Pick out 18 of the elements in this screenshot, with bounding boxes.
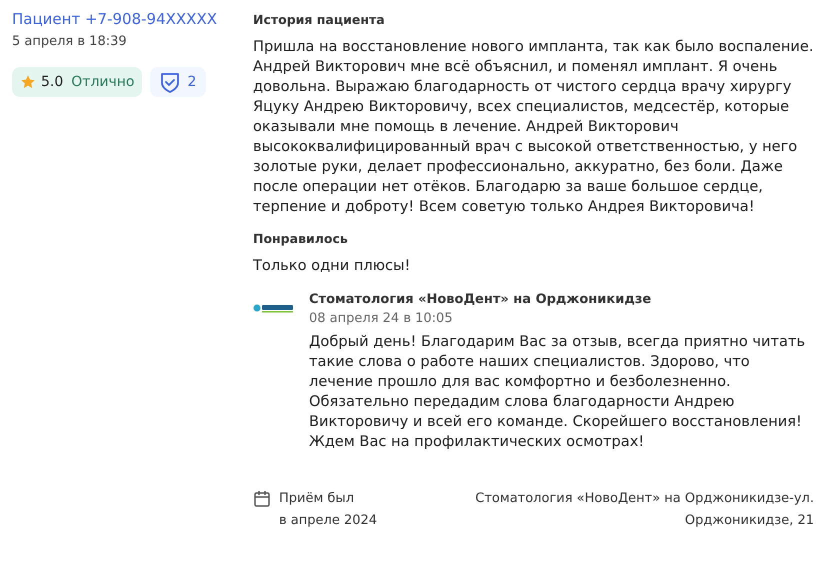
liked-text: Только одни плюсы! (253, 256, 412, 276)
rating-score: 5.0 (41, 74, 64, 90)
clinic-address: Стоматология «НовоДент» на Орджоникидзе-ул. Орджоникидзе, 21 (475, 490, 814, 530)
reply-date: 08 апреля 24 в 10:05 (309, 311, 454, 326)
shield-check-icon (160, 71, 180, 93)
rating-label: Отлично (71, 74, 134, 90)
verified-count: 2 (187, 74, 196, 90)
clinic-logo-icon (253, 302, 295, 314)
author-name[interactable]: Пациент +7-908-94XXXXX (12, 10, 253, 28)
clinic-name[interactable]: Стоматология «НовоДент» на Орджоникидзе (309, 292, 814, 307)
review-date: 5 апреля в 18:39 (12, 34, 128, 49)
visit-date: Приём был в апреле 2024 (279, 490, 378, 530)
reply-text: Добрый день! Благодарим Вас за отзыв, всегда приятно читать такие слова о работе наших специалистов. Здорово, что лечение прошло для вас комфортно и безболезненно. Обязательно передадим слова благодарности Андрею Викторовичу и всей его команде. Скорейшего восстановления! Ждем Вас на профилактических осмотрах! (309, 332, 806, 452)
star-icon (20, 74, 36, 90)
review-text: Пришла на восстановление нового импланта, так как было воспаление. Андрей Викторович мне всё объяснил, и поменял имплант. Я очень довольна. Выражаю благодарность от чистого сердца врачу хирургу Яцуку Андрею Викторовичу, всех специалистов, медсестёр, которые оказывали мне помощь в лечение. Андрей Викторович высококвалифицированный врач с высокой ответственностью, у него золотые руки, делает профессионально, аккуратно, без боли. Даже после операции нет отёков. Благодарю за ваше большое сердце, терпение и доброту! Всем советую только Андрея Викторовича! (253, 37, 814, 217)
section-title: Понравилось (253, 231, 349, 246)
section-title: История пациента (253, 12, 386, 27)
calendar-icon (253, 490, 271, 508)
